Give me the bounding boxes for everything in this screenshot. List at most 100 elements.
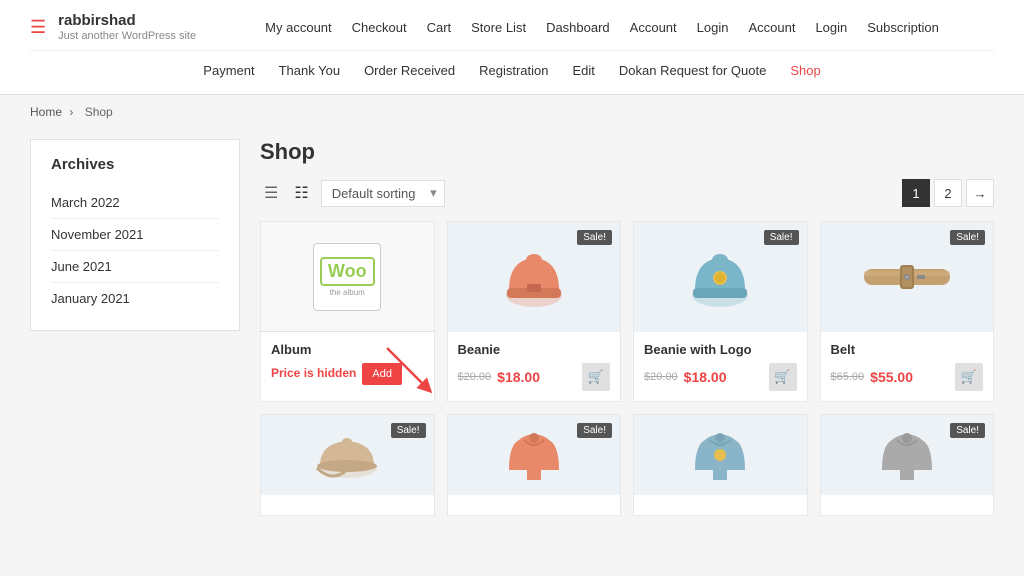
- hoodie-gray-image: [877, 420, 937, 490]
- cart-button-beanie[interactable]: 🛒: [582, 363, 610, 391]
- sidebar: Archives March 2022 November 2021 June 2…: [30, 139, 240, 516]
- product-image-hoodie-gray[interactable]: Sale!: [821, 415, 994, 495]
- sale-badge-hoodie-gray: Sale!: [950, 423, 985, 438]
- hoodie-pink-image: [504, 420, 564, 490]
- top-navigation: My account Checkout Cart Store List Dash…: [210, 16, 994, 39]
- product-grid-row1: Woo the album Album Price is hidden Add: [260, 221, 994, 402]
- archive-list: March 2022 November 2021 June 2021 Janua…: [51, 187, 219, 314]
- shop-content: Shop ☰ ☷ Default sorting 1 2 →: [260, 139, 994, 516]
- main-content: Archives March 2022 November 2021 June 2…: [0, 129, 1024, 536]
- nav-login-2[interactable]: Login: [805, 16, 857, 39]
- nav-login-1[interactable]: Login: [687, 16, 739, 39]
- sale-badge-hoodie-pink: Sale!: [577, 423, 612, 438]
- beanie-pink-image: [499, 240, 569, 315]
- new-price-beanie: $18.00: [497, 369, 540, 385]
- nav-cart[interactable]: Cart: [417, 16, 462, 39]
- sale-badge-belt: Sale!: [950, 230, 985, 245]
- belt-image: [862, 257, 952, 297]
- old-price-beanie-logo: $20.00: [644, 371, 678, 383]
- nav-payment[interactable]: Payment: [191, 59, 266, 82]
- nav-registration[interactable]: Registration: [467, 59, 560, 82]
- product-image-hoodie-pink[interactable]: Sale!: [448, 415, 621, 495]
- list-item: March 2022: [51, 187, 219, 219]
- nav-edit[interactable]: Edit: [560, 59, 606, 82]
- old-price-belt: $65.00: [831, 371, 865, 383]
- site-header: ☰ rabbirshad Just another WordPress site…: [0, 0, 1024, 95]
- shop-title: Shop: [260, 139, 994, 165]
- add-button-album[interactable]: Add: [362, 363, 402, 385]
- product-info-beanie: Beanie $20.00 $18.00 🛒: [448, 332, 621, 401]
- product-info-hoodie-gray: [821, 495, 994, 515]
- price-area-beanie: $20.00 $18.00 🛒: [458, 363, 611, 391]
- product-image-album[interactable]: Woo the album: [261, 222, 434, 332]
- nav-dokan[interactable]: Dokan Request for Quote: [607, 59, 778, 82]
- product-image-beanie-logo[interactable]: Sale!: [634, 222, 807, 332]
- breadcrumb-current: Shop: [85, 105, 113, 119]
- nav-shop[interactable]: Shop: [778, 59, 832, 82]
- cart-button-beanie-logo[interactable]: 🛒: [769, 363, 797, 391]
- product-image-hoodie-blue[interactable]: [634, 415, 807, 495]
- product-info-beanie-logo: Beanie with Logo $20.00 $18.00 🛒: [634, 332, 807, 401]
- list-item: June 2021: [51, 251, 219, 283]
- archive-jan-2021[interactable]: January 2021: [51, 291, 130, 306]
- product-info-belt: Belt $65.00 $55.00 🛒: [821, 332, 994, 401]
- product-name-belt: Belt: [831, 342, 984, 357]
- price-hidden-label: Price is hidden: [271, 366, 356, 382]
- product-name-beanie: Beanie: [458, 342, 611, 357]
- product-info-cap: [261, 495, 434, 515]
- nav-order-received[interactable]: Order Received: [352, 59, 467, 82]
- product-name-album: Album: [271, 342, 424, 357]
- archive-march-2022[interactable]: March 2022: [51, 195, 120, 210]
- nav-store-list[interactable]: Store List: [461, 16, 536, 39]
- shop-toolbar: ☰ ☷ Default sorting 1 2 →: [260, 179, 994, 207]
- cart-button-belt[interactable]: 🛒: [955, 363, 983, 391]
- nav-my-account[interactable]: My account: [255, 16, 341, 39]
- nav-subscription[interactable]: Subscription: [857, 16, 949, 39]
- hoodie-blue-image: [690, 420, 750, 490]
- archives-widget: Archives March 2022 November 2021 June 2…: [30, 139, 240, 331]
- woo-album-image: Woo the album: [313, 243, 381, 311]
- hamburger-icon[interactable]: ☰: [30, 17, 46, 38]
- nav-account-2[interactable]: Account: [738, 16, 805, 39]
- product-image-beanie[interactable]: Sale!: [448, 222, 621, 332]
- sort-select[interactable]: Default sorting: [321, 180, 445, 207]
- bottom-navigation: Payment Thank You Order Received Registr…: [191, 59, 832, 82]
- breadcrumb-separator: ›: [69, 105, 76, 119]
- nav-dashboard[interactable]: Dashboard: [536, 16, 620, 39]
- new-price-belt: $55.00: [870, 369, 913, 385]
- breadcrumb-home[interactable]: Home: [30, 105, 62, 119]
- old-price-beanie: $20.00: [458, 371, 492, 383]
- page-1-button[interactable]: 1: [902, 179, 930, 207]
- widget-title: Archives: [51, 156, 219, 173]
- new-price-beanie-logo: $18.00: [684, 369, 727, 385]
- price-area-beanie-logo: $20.00 $18.00 🛒: [644, 363, 797, 391]
- breadcrumb: Home › Shop: [0, 95, 1024, 129]
- product-card-beanie: Sale! Beanie $20.00 $18.00 🛒: [447, 221, 622, 402]
- archive-nov-2021[interactable]: November 2021: [51, 227, 144, 242]
- product-card-hoodie-pink: Sale!: [447, 414, 622, 516]
- archive-june-2021[interactable]: June 2021: [51, 259, 112, 274]
- product-card-hoodie-blue: [633, 414, 808, 516]
- nav-checkout[interactable]: Checkout: [342, 16, 417, 39]
- list-item: November 2021: [51, 219, 219, 251]
- list-item: January 2021: [51, 283, 219, 314]
- product-info-hoodie-blue: [634, 495, 807, 515]
- sort-wrapper: Default sorting: [321, 180, 445, 207]
- product-card-cap: Sale!: [260, 414, 435, 516]
- product-card-belt: Sale! Belt $65.00 $55.00: [820, 221, 995, 402]
- sale-badge-cap: Sale!: [391, 423, 426, 438]
- product-card-beanie-logo: Sale! Beanie with Logo $20.00 $18.00: [633, 221, 808, 402]
- pagination: 1 2 →: [902, 179, 994, 207]
- woo-text: Woo: [320, 257, 375, 286]
- product-image-belt[interactable]: Sale!: [821, 222, 994, 332]
- nav-account-1[interactable]: Account: [620, 16, 687, 39]
- price-area-album: Price is hidden Add: [271, 363, 424, 385]
- grid-view-icon[interactable]: ☷: [290, 179, 312, 207]
- site-title: rabbirshad: [58, 12, 196, 30]
- product-image-cap[interactable]: Sale!: [261, 415, 434, 495]
- nav-thank-you[interactable]: Thank You: [267, 59, 352, 82]
- page-2-button[interactable]: 2: [934, 179, 962, 207]
- sale-badge-beanie-logo: Sale!: [764, 230, 799, 245]
- page-next-button[interactable]: →: [966, 179, 994, 207]
- list-view-icon[interactable]: ☰: [260, 179, 282, 207]
